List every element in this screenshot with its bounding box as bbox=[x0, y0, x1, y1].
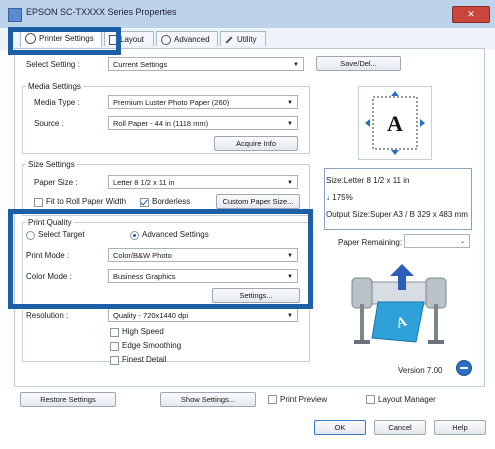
edge-smoothing-checkbox[interactable] bbox=[110, 342, 119, 351]
paper-size-value: Letter 8 1/2 x 11 in bbox=[113, 178, 175, 187]
media-type-label: Media Type : bbox=[34, 98, 80, 107]
size-settings-title: Size Settings bbox=[26, 160, 77, 169]
paper-remaining-dropdown[interactable]: ⌄ bbox=[404, 234, 470, 248]
highlight-print-quality bbox=[8, 209, 313, 309]
fit-roll-label: Fit to Roll Paper Width bbox=[46, 197, 127, 206]
size-info: Size:Letter 8 1/2 x 11 in bbox=[326, 176, 410, 185]
chevron-down-icon: ▼ bbox=[287, 100, 293, 106]
acquire-info-button[interactable]: Acquire Info bbox=[214, 136, 298, 151]
source-dropdown[interactable]: Roll Paper - 44 in (1118 mm) ▼ bbox=[108, 116, 298, 130]
minus-circle-icon[interactable] bbox=[456, 360, 472, 376]
tab-advanced[interactable]: Advanced bbox=[156, 31, 218, 46]
window-title: EPSON SC-TXXXX Series Properties bbox=[26, 7, 177, 17]
media-type-value: Premium Luster Photo Paper (260) bbox=[113, 98, 230, 107]
advanced-icon bbox=[161, 34, 171, 45]
chevron-down-icon: ▼ bbox=[287, 121, 293, 127]
edge-smoothing-label: Edge Smoothing bbox=[122, 341, 182, 350]
source-value: Roll Paper - 44 in (1118 mm) bbox=[113, 119, 209, 128]
tab-layout-label: Layout bbox=[120, 35, 145, 44]
media-settings-title: Media Settings bbox=[26, 82, 83, 91]
select-setting-dropdown[interactable]: Current Settings ▼ bbox=[108, 57, 304, 71]
show-settings-button[interactable]: Show Settings... bbox=[160, 392, 256, 407]
paper-size-label: Paper Size : bbox=[34, 178, 78, 187]
output-size-info: Output Size:Super A3 / B 329 x 483 mm bbox=[326, 210, 468, 219]
printer-illustration-icon: A bbox=[351, 264, 447, 344]
cancel-button[interactable]: Cancel bbox=[374, 420, 426, 435]
layout-manager-checkbox[interactable] bbox=[366, 395, 375, 404]
fit-roll-checkbox[interactable] bbox=[34, 198, 43, 207]
tab-advanced-label: Advanced bbox=[174, 35, 210, 44]
select-setting-value: Current Settings bbox=[113, 60, 168, 69]
close-button[interactable]: ✕ bbox=[452, 6, 490, 23]
utility-wrench-icon bbox=[225, 36, 233, 44]
high-speed-checkbox[interactable] bbox=[110, 328, 119, 337]
resolution-dropdown[interactable]: Quality - 720x1440 dpi ▼ bbox=[108, 308, 298, 322]
chevron-down-icon: ▼ bbox=[287, 180, 293, 186]
print-preview-label: Print Preview bbox=[280, 395, 328, 404]
paper-layout-icon: A bbox=[365, 91, 425, 155]
ok-button[interactable]: OK bbox=[314, 420, 366, 435]
save-del-button[interactable]: Save/Del... bbox=[316, 56, 401, 71]
svg-text:A: A bbox=[387, 111, 403, 136]
resolution-value: Quality - 720x1440 dpi bbox=[113, 311, 189, 320]
scale-info: ↓ 175% bbox=[326, 193, 353, 202]
paper-remaining-label: Paper Remaining: bbox=[338, 238, 403, 247]
high-speed-label: High Speed bbox=[122, 327, 164, 336]
borderless-label: Borderless bbox=[152, 197, 191, 206]
layout-manager-label: Layout Manager bbox=[378, 395, 436, 404]
chevron-down-icon: ⌄ bbox=[459, 239, 465, 245]
help-button[interactable]: Help bbox=[434, 420, 486, 435]
restore-settings-button[interactable]: Restore Settings bbox=[20, 392, 116, 407]
tab-utility[interactable]: Utility bbox=[220, 31, 266, 46]
version-text: Version 7.00 bbox=[398, 366, 443, 375]
custom-paper-size-button[interactable]: Custom Paper Size... bbox=[216, 194, 300, 209]
paper-preview: A bbox=[358, 86, 432, 160]
select-setting-label: Select Setting : bbox=[26, 60, 80, 69]
paper-size-dropdown[interactable]: Letter 8 1/2 x 11 in ▼ bbox=[108, 175, 298, 189]
printer-app-icon bbox=[8, 8, 22, 22]
source-label: Source : bbox=[34, 119, 64, 128]
finest-detail-checkbox[interactable] bbox=[110, 356, 119, 365]
borderless-checkbox[interactable] bbox=[140, 198, 149, 207]
chevron-down-icon: ▼ bbox=[293, 62, 299, 68]
media-type-dropdown[interactable]: Premium Luster Photo Paper (260) ▼ bbox=[108, 95, 298, 109]
resolution-label: Resolution : bbox=[26, 311, 69, 320]
finest-detail-label: Finest Detail bbox=[122, 355, 167, 364]
scale-value: 175% bbox=[332, 193, 353, 202]
chevron-down-icon: ▼ bbox=[287, 313, 293, 319]
print-preview-checkbox[interactable] bbox=[268, 395, 277, 404]
divider bbox=[14, 386, 483, 387]
tab-utility-label: Utility bbox=[237, 35, 257, 44]
highlight-printer-settings-tab bbox=[8, 27, 121, 55]
